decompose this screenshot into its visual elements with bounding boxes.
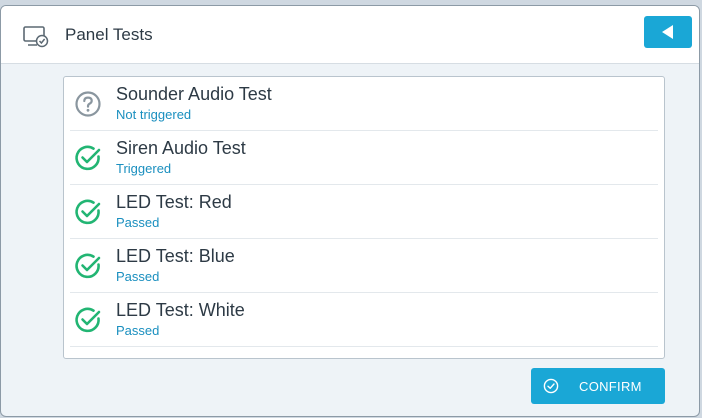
test-row-led-white[interactable]: LED Test: White Passed xyxy=(64,293,664,347)
test-title: LED Test: White xyxy=(116,300,245,320)
check-circle-icon xyxy=(75,145,101,171)
panel-tests-window: Panel Tests Sounder Audio Test Not trigg… xyxy=(0,5,700,417)
monitor-check-icon xyxy=(23,26,49,48)
test-list: Sounder Audio Test Not triggered Siren A… xyxy=(63,76,665,359)
test-title: Siren Audio Test xyxy=(116,138,246,158)
row-divider xyxy=(70,346,658,347)
test-row-led-red[interactable]: LED Test: Red Passed xyxy=(64,185,664,239)
test-title: LED Test: Blue xyxy=(116,246,235,266)
test-status: Passed xyxy=(116,215,160,230)
back-button[interactable] xyxy=(644,16,692,48)
test-status: Triggered xyxy=(116,161,172,176)
check-circle-icon xyxy=(75,307,101,333)
check-circle-icon xyxy=(75,199,101,225)
test-status: Passed xyxy=(116,323,160,338)
test-row-siren-audio[interactable]: Siren Audio Test Triggered xyxy=(64,131,664,185)
page-title: Panel Tests xyxy=(65,25,153,44)
question-circle-icon xyxy=(75,91,101,117)
check-circle-icon xyxy=(75,253,101,279)
header-bar: Panel Tests xyxy=(1,6,699,64)
test-row-sounder-audio[interactable]: Sounder Audio Test Not triggered xyxy=(64,77,664,131)
test-status: Passed xyxy=(116,269,160,284)
back-arrow-icon xyxy=(662,25,673,39)
test-title: Sounder Audio Test xyxy=(116,84,272,104)
test-status: Not triggered xyxy=(116,107,192,122)
test-row-led-blue[interactable]: LED Test: Blue Passed xyxy=(64,239,664,293)
check-circle-icon xyxy=(543,378,559,394)
confirm-button[interactable]: CONFIRM xyxy=(531,368,665,404)
test-title: LED Test: Red xyxy=(116,192,232,212)
confirm-label: CONFIRM xyxy=(579,379,642,394)
